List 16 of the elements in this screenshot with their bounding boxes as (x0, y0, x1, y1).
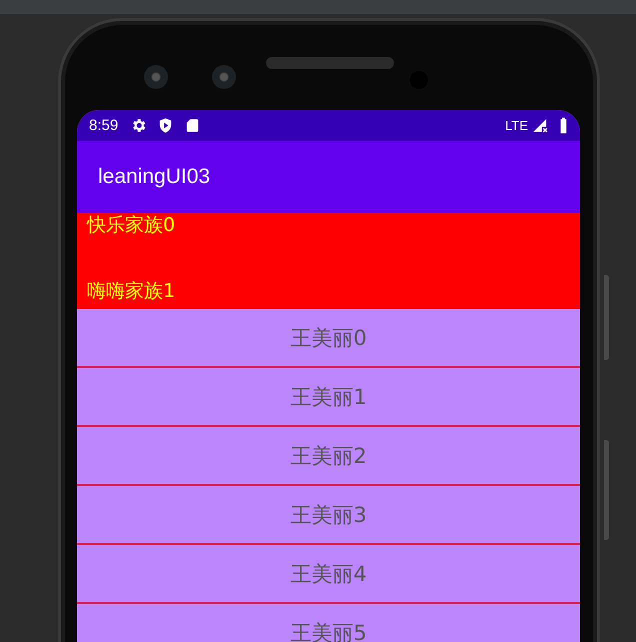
signal-icon (532, 117, 549, 134)
list-item[interactable]: 王美丽0 (77, 309, 580, 368)
list-item[interactable]: 王美丽5 (77, 604, 580, 642)
list-item[interactable]: 王美丽1 (77, 368, 580, 427)
list-item[interactable]: 王美丽2 (77, 427, 580, 486)
battery-icon (559, 117, 568, 134)
camera-lens (144, 65, 168, 89)
family-label: 嗨嗨家族1 (87, 279, 176, 303)
status-time: 8:59 (89, 117, 118, 134)
family-label: 快乐家族0 (87, 213, 176, 237)
list-item[interactable]: 王美丽4 (77, 545, 580, 604)
network-type: LTE (505, 118, 528, 133)
app-title: leaningUI03 (98, 165, 210, 189)
gear-icon (130, 117, 148, 134)
list-item[interactable]: 王美丽3 (77, 486, 580, 545)
camera-lens (212, 65, 236, 89)
